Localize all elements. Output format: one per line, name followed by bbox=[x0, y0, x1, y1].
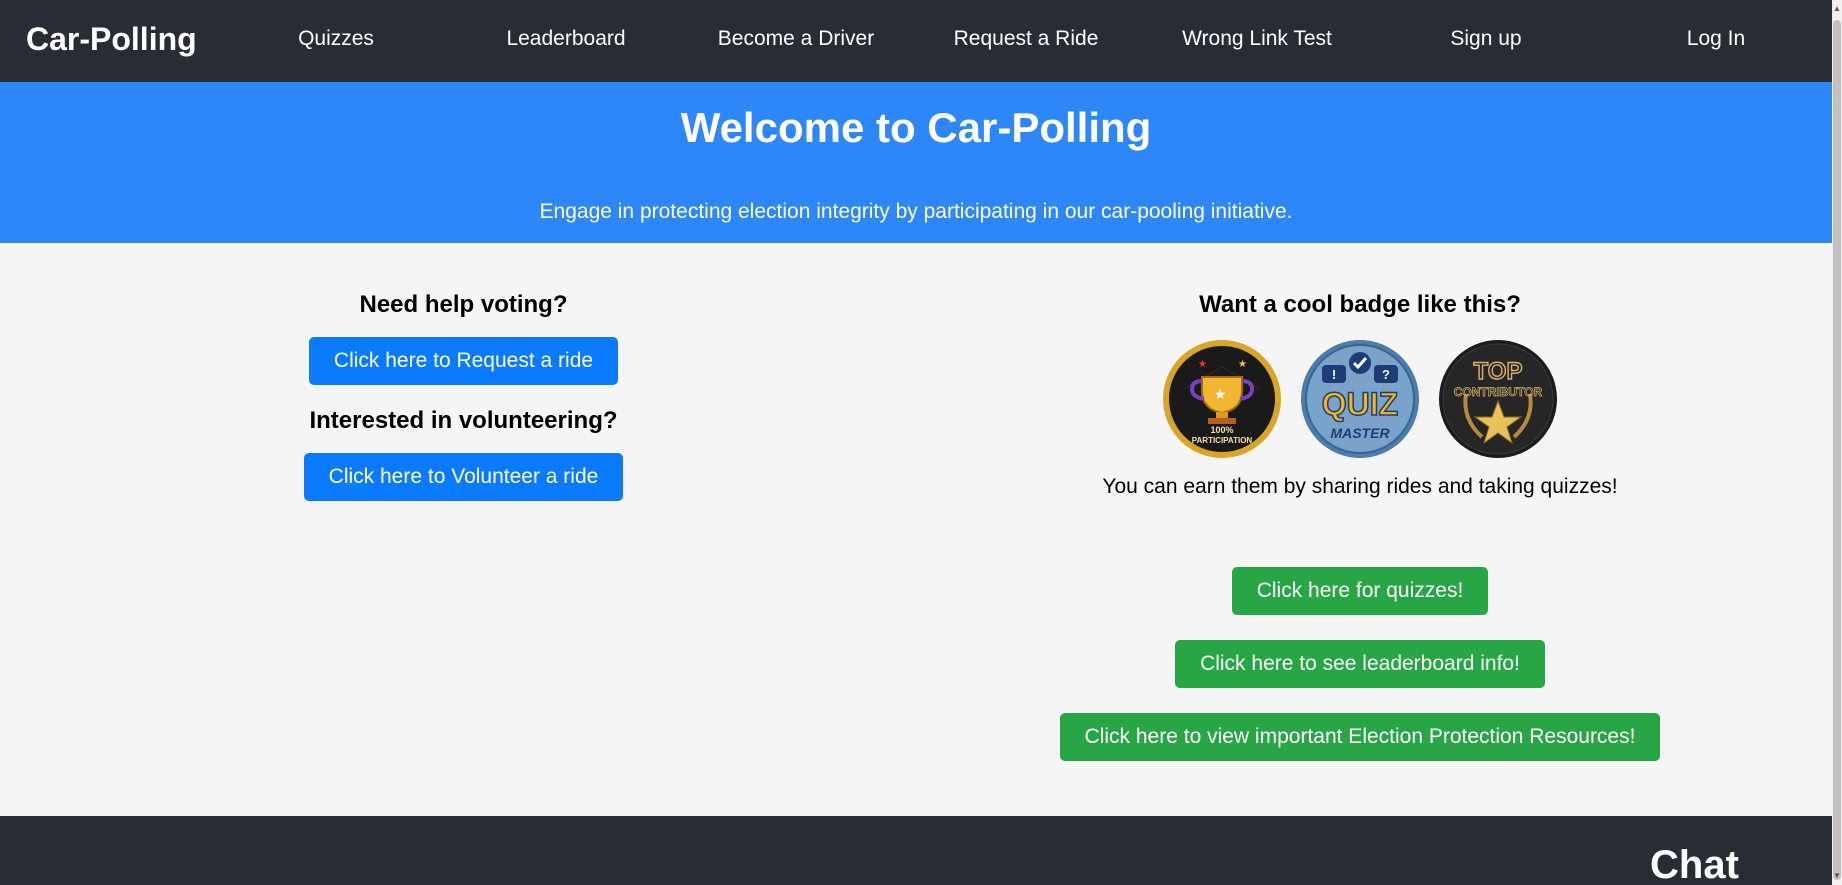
scrollbar-thumb[interactable] bbox=[1833, 20, 1841, 880]
quiz-master-badge-icon: ! ? QUIZ MASTER bbox=[1301, 340, 1419, 458]
election-resources-button[interactable]: Click here to view important Election Pr… bbox=[1059, 713, 1661, 761]
scroll-up-icon[interactable]: ▲ bbox=[1832, 2, 1842, 16]
trophy-badge-icon: ★ ★ ★ 100% PARTICIPATION bbox=[1163, 340, 1281, 458]
nav-link-quizzes[interactable]: Quizzes bbox=[298, 0, 374, 78]
navbar: Car-Polling Quizzes Leaderboard Become a… bbox=[0, 0, 1832, 82]
quiz-badge-line1: QUIZ bbox=[1322, 386, 1398, 422]
contributor-badge-line2: CONTRIBUTOR bbox=[1454, 385, 1543, 399]
badge-list: ★ ★ ★ 100% PARTICIPATION ! ? QUIZ MASTER… bbox=[1000, 339, 1720, 459]
top-contributor-badge-icon: TOP CONTRIBUTOR bbox=[1439, 340, 1557, 458]
nav-link-log-in[interactable]: Log In bbox=[1687, 0, 1745, 78]
svg-text:?: ? bbox=[1382, 367, 1390, 382]
footer: Chat bbox=[0, 816, 1832, 885]
nav-link-become-driver[interactable]: Become a Driver bbox=[718, 0, 874, 78]
help-section: Need help voting? Click here to Request … bbox=[0, 243, 927, 501]
page: Car-Polling Quizzes Leaderboard Become a… bbox=[0, 0, 1832, 885]
request-ride-button[interactable]: Click here to Request a ride bbox=[308, 337, 619, 385]
badge-section: Want a cool badge like this? ★ ★ ★ 100% … bbox=[1000, 243, 1720, 761]
nav-link-wrong-link-test[interactable]: Wrong Link Test bbox=[1182, 0, 1332, 78]
participation-badge-line2: PARTICIPATION bbox=[1192, 436, 1253, 445]
volunteer-ride-button[interactable]: Click here to Volunteer a ride bbox=[303, 453, 624, 501]
nav-link-request-ride[interactable]: Request a Ride bbox=[954, 0, 1099, 78]
nav-link-leaderboard[interactable]: Leaderboard bbox=[506, 0, 625, 78]
volunteer-heading: Interested in volunteering? bbox=[309, 407, 618, 434]
brand-logo[interactable]: Car-Polling bbox=[26, 0, 197, 78]
scroll-down-icon[interactable]: ▼ bbox=[1832, 869, 1842, 883]
vertical-scrollbar[interactable]: ▲ ▼ bbox=[1832, 0, 1842, 885]
badge-description: You can earn them by sharing rides and t… bbox=[1102, 475, 1618, 498]
svg-text:★: ★ bbox=[1198, 359, 1207, 370]
quizzes-button[interactable]: Click here for quizzes! bbox=[1231, 567, 1489, 615]
hero-title: Welcome to Car-Polling bbox=[680, 104, 1152, 151]
chat-widget[interactable]: Chat bbox=[1650, 816, 1739, 885]
nav-link-sign-up[interactable]: Sign up bbox=[1450, 0, 1521, 78]
hero-subtitle: Engage in protecting election integrity … bbox=[539, 200, 1293, 223]
voting-heading: Need help voting? bbox=[359, 291, 568, 318]
badge-heading: Want a cool badge like this? bbox=[1199, 291, 1521, 318]
svg-text:★: ★ bbox=[1238, 359, 1247, 370]
leaderboard-info-button[interactable]: Click here to see leaderboard info! bbox=[1175, 640, 1545, 688]
hero-banner: Welcome to Car-Polling Engage in protect… bbox=[0, 82, 1832, 243]
quiz-badge-line2: MASTER bbox=[1330, 425, 1390, 441]
svg-text:★: ★ bbox=[1214, 387, 1227, 403]
contributor-badge-line1: TOP bbox=[1474, 358, 1523, 385]
svg-text:!: ! bbox=[1332, 367, 1336, 382]
participation-badge-line1: 100% bbox=[1210, 425, 1233, 435]
